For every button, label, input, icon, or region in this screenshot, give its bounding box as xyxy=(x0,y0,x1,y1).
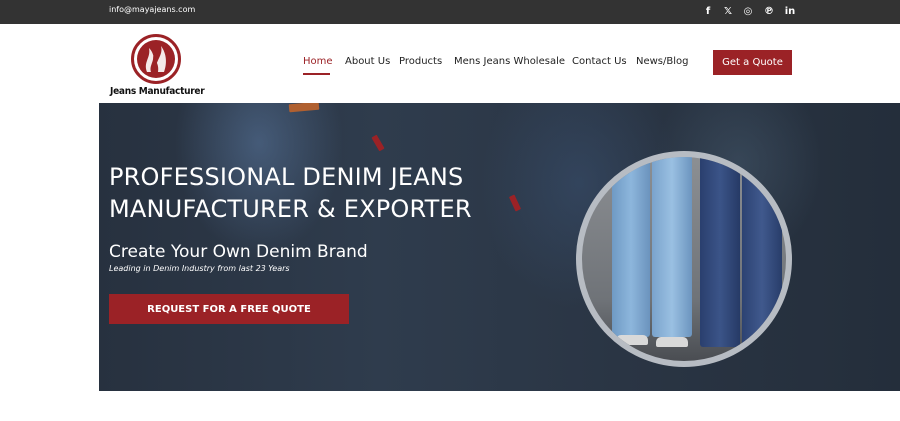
x-icon[interactable]: 𝕏 xyxy=(721,4,735,18)
logo-text: Jeans Manufacturer xyxy=(110,86,205,97)
hero-title-line-2: MANUFACTURER & EXPORTER xyxy=(109,195,472,223)
dark-jeans-leg xyxy=(700,157,740,347)
sneaker xyxy=(616,335,648,345)
hero-tagline: Leading in Denim Industry from last 23 Y… xyxy=(109,264,290,273)
hero-subtitle: Create Your Own Denim Brand xyxy=(109,242,368,262)
sneaker xyxy=(656,337,688,347)
instagram-icon[interactable]: ◎ xyxy=(741,4,755,18)
top-bar: info@mayajeans.com f 𝕏 ◎ ℗ in xyxy=(0,0,900,24)
nav-mens-jeans-wholesale[interactable]: Mens Jeans Wholesale xyxy=(454,56,565,67)
logo-flame-icon xyxy=(145,46,166,72)
nav-home[interactable]: Home xyxy=(303,56,333,67)
request-free-quote-button[interactable]: REQUEST FOR A FREE QUOTE xyxy=(109,294,349,324)
jeans-label-decoration xyxy=(288,103,320,113)
hero-jeans-photo xyxy=(576,151,792,367)
nav-news-blog[interactable]: News/Blog xyxy=(636,56,689,67)
hero-title: PROFESSIONAL DENIM JEANS MANUFACTURER & … xyxy=(109,161,472,225)
light-jeans-leg xyxy=(612,157,650,337)
dark-jeans-leg xyxy=(742,157,782,347)
logo-emblem xyxy=(131,34,181,84)
hero-title-line-1: PROFESSIONAL DENIM JEANS xyxy=(109,163,464,191)
hero-section: PROFESSIONAL DENIM JEANS MANUFACTURER & … xyxy=(0,103,900,391)
pinterest-icon[interactable]: ℗ xyxy=(762,4,776,18)
site-header: Jeans Manufacturer Home About Us Product… xyxy=(0,24,900,103)
site-logo[interactable]: Jeans Manufacturer xyxy=(110,33,205,99)
contact-email-link[interactable]: info@mayajeans.com xyxy=(109,5,195,14)
get-a-quote-button[interactable]: Get a Quote xyxy=(713,50,792,75)
jeans-tab-decoration xyxy=(371,134,385,152)
nav-contact-us[interactable]: Contact Us xyxy=(572,56,627,67)
linkedin-icon[interactable]: in xyxy=(783,4,797,18)
logo-emblem-fill xyxy=(137,40,175,78)
nav-products[interactable]: Products xyxy=(399,56,442,67)
nav-about-us[interactable]: About Us xyxy=(345,56,390,67)
jeans-tab-decoration xyxy=(508,194,522,212)
nav-active-indicator xyxy=(303,73,330,75)
light-jeans-leg xyxy=(652,157,692,337)
facebook-icon[interactable]: f xyxy=(701,4,715,18)
